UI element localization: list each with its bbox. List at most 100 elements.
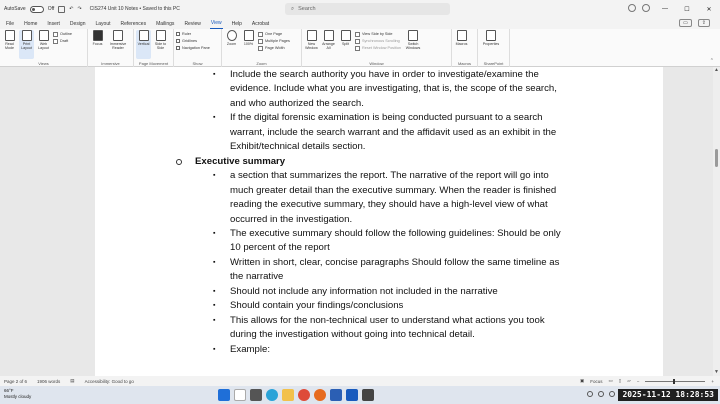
gridlines-checkbox[interactable]: Gridlines bbox=[176, 38, 210, 44]
tab-review[interactable]: Review bbox=[183, 21, 201, 29]
proofing-icon[interactable]: ▤ bbox=[70, 378, 74, 384]
arrange-all-button[interactable]: Arrange All bbox=[321, 30, 336, 59]
tab-view[interactable]: View bbox=[209, 20, 223, 29]
document-text-line[interactable]: 10 percent of the report bbox=[230, 241, 330, 255]
hundred-percent-button[interactable]: 100% bbox=[241, 30, 256, 59]
account-icon[interactable] bbox=[642, 4, 650, 12]
search-input[interactable]: ⌕ Search bbox=[285, 3, 450, 15]
navigation-pane-checkbox[interactable]: Navigation Pane bbox=[176, 45, 210, 51]
chrome-icon[interactable] bbox=[298, 389, 310, 401]
document-text-line[interactable]: Written in short, clear, concise paragra… bbox=[230, 256, 559, 270]
split-button[interactable]: Split bbox=[338, 30, 353, 59]
document-text-line[interactable]: and who authorized the search. bbox=[230, 97, 364, 111]
tab-insert[interactable]: Insert bbox=[46, 21, 61, 29]
volume-icon[interactable] bbox=[598, 391, 604, 397]
tab-acrobat[interactable]: Acrobat bbox=[251, 21, 270, 29]
section-heading[interactable]: Executive summary bbox=[195, 155, 285, 169]
wifi-icon[interactable] bbox=[587, 391, 593, 397]
print-layout-button[interactable]: Print Layout bbox=[19, 30, 34, 59]
zoom-button[interactable]: Zoom bbox=[224, 30, 239, 59]
print-layout-view-icon[interactable]: ▯ bbox=[619, 378, 621, 384]
firefox-icon[interactable] bbox=[314, 389, 326, 401]
focus-mode-label[interactable]: Focus bbox=[590, 379, 602, 384]
draft-button[interactable]: Draft bbox=[53, 38, 72, 44]
reset-window-button[interactable]: Reset Window Position bbox=[355, 45, 401, 51]
properties-button[interactable]: Properties bbox=[480, 30, 502, 59]
document-page[interactable]: ▪ Include the search authority you have i… bbox=[95, 67, 663, 376]
collapse-ribbon-icon[interactable]: ⌃ bbox=[710, 58, 714, 64]
document-text-line[interactable]: a section that summarizes the report. Th… bbox=[230, 169, 549, 183]
document-text-line[interactable]: Include the search authority you have in… bbox=[230, 68, 539, 82]
multiple-pages-button[interactable]: Multiple Pages bbox=[258, 38, 290, 44]
web-layout-view-icon[interactable]: ▱ bbox=[627, 378, 630, 384]
document-text-line[interactable]: evidence. Include what you are investiga… bbox=[230, 82, 557, 96]
tab-references[interactable]: References bbox=[120, 21, 148, 29]
file-explorer-icon[interactable] bbox=[282, 389, 294, 401]
document-text-line[interactable]: warrant, include the search warrant and … bbox=[230, 126, 556, 140]
document-text-line[interactable]: much greater detail than the executive s… bbox=[230, 184, 556, 198]
task-view-icon[interactable] bbox=[250, 389, 262, 401]
vertical-scrollbar[interactable]: ▲ ▼ bbox=[713, 67, 720, 376]
edge-icon[interactable] bbox=[266, 389, 278, 401]
maximize-button[interactable]: ☐ bbox=[676, 0, 698, 18]
scroll-thumb[interactable] bbox=[715, 149, 718, 167]
one-page-button[interactable]: One Page bbox=[258, 31, 290, 37]
battery-icon[interactable] bbox=[609, 391, 615, 397]
tab-layout[interactable]: Layout bbox=[95, 21, 112, 29]
switch-windows-button[interactable]: Switch Windows bbox=[403, 30, 423, 59]
sync-scrolling-button[interactable]: Synchronous Scrolling bbox=[355, 38, 401, 44]
document-text-line[interactable]: If the digital forensic examination is b… bbox=[230, 111, 543, 125]
coauthor-icon[interactable] bbox=[628, 4, 636, 12]
read-mode-view-icon[interactable]: ▭ bbox=[609, 378, 613, 384]
comments-button[interactable]: ▭ bbox=[679, 19, 692, 27]
focus-button[interactable]: Focus bbox=[90, 30, 105, 59]
document-text-line[interactable]: Should contain your findings/conclusions bbox=[230, 299, 403, 313]
page-width-button[interactable]: Page Width bbox=[258, 45, 290, 51]
document-text-line[interactable]: during the investigation without going i… bbox=[230, 328, 475, 342]
clock[interactable]: 2025-11-12 18:28:53 bbox=[618, 389, 718, 401]
tab-file[interactable]: File bbox=[5, 21, 15, 29]
start-icon[interactable] bbox=[218, 389, 230, 401]
autosave-toggle[interactable] bbox=[29, 5, 44, 13]
document-text-line[interactable]: Example: bbox=[230, 343, 270, 357]
scroll-up-icon[interactable]: ▲ bbox=[713, 67, 720, 74]
close-button[interactable]: ✕ bbox=[698, 0, 720, 18]
read-mode-button[interactable]: Read Mode bbox=[2, 30, 17, 59]
document-text-line[interactable]: Should not include any information not i… bbox=[230, 285, 498, 299]
minimize-button[interactable]: — bbox=[654, 0, 676, 18]
macros-button[interactable]: Macros bbox=[454, 30, 469, 59]
tab-home[interactable]: Home bbox=[23, 21, 38, 29]
tab-design[interactable]: Design bbox=[69, 21, 87, 29]
search-taskbar-icon[interactable] bbox=[234, 389, 246, 401]
side-to-side-button[interactable]: Side to Side bbox=[153, 30, 168, 59]
word-count[interactable]: 1906 words bbox=[37, 379, 60, 384]
document-text-line[interactable]: This allows for the non-technical user t… bbox=[230, 314, 545, 328]
accessibility-status[interactable]: Accessibility: Good to go bbox=[85, 379, 134, 384]
document-text-line[interactable]: occurred in the investigation. bbox=[230, 213, 352, 227]
word-taskbar-icon[interactable] bbox=[346, 389, 358, 401]
immersive-reader-button[interactable]: Immersive Reader bbox=[107, 30, 129, 59]
zoom-out-icon[interactable]: − bbox=[637, 379, 640, 384]
share-button[interactable]: ⇪ bbox=[697, 19, 710, 27]
vertical-button[interactable]: Vertical bbox=[136, 30, 151, 59]
outline-button[interactable]: Outline bbox=[53, 31, 72, 37]
document-text-line[interactable]: Exhibit/technical details section. bbox=[230, 140, 365, 154]
tab-help[interactable]: Help bbox=[231, 21, 243, 29]
view-side-by-side-button[interactable]: View Side by Side bbox=[355, 31, 401, 37]
camera-icon[interactable] bbox=[362, 389, 374, 401]
save-icon[interactable] bbox=[58, 5, 66, 13]
store-icon[interactable] bbox=[330, 389, 342, 401]
zoom-in-icon[interactable]: + bbox=[711, 379, 714, 384]
web-layout-button[interactable]: Web Layout bbox=[36, 30, 51, 59]
redo-icon[interactable]: ↷ bbox=[77, 6, 81, 12]
document-text-line[interactable]: the narrative bbox=[230, 270, 283, 284]
zoom-slider[interactable] bbox=[645, 378, 706, 384]
tab-mailings[interactable]: Mailings bbox=[155, 21, 175, 29]
undo-icon[interactable]: ↶ bbox=[69, 6, 73, 12]
weather-widget[interactable]: 66°F Mostly cloudy bbox=[4, 388, 31, 400]
document-text-line[interactable]: reading the executive summary, they shou… bbox=[230, 198, 548, 212]
focus-mode-icon[interactable]: ▣ bbox=[580, 378, 584, 384]
document-text-line[interactable]: The executive summary should follow the … bbox=[230, 227, 561, 241]
ruler-checkbox[interactable]: Ruler bbox=[176, 31, 210, 37]
page-count[interactable]: Page 2 of 6 bbox=[4, 379, 27, 384]
